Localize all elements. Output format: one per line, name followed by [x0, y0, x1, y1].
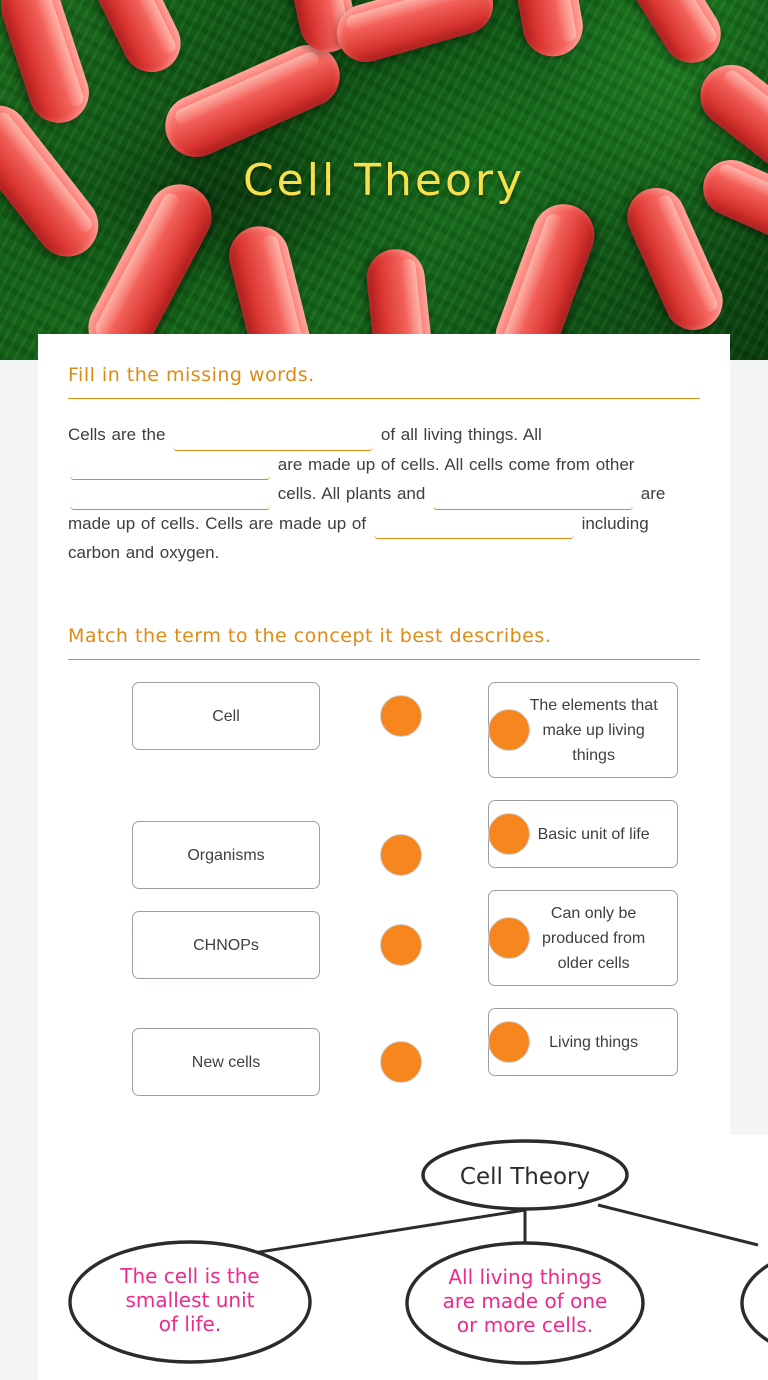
fill-text-part: of all living things. All	[380, 425, 542, 444]
match-term-card[interactable]: New cells	[132, 1028, 320, 1096]
match-term-row[interactable]: Organisms	[132, 821, 422, 889]
match-section-heading: Match the term to the concept it best de…	[68, 625, 552, 647]
match-connector-dot[interactable]	[379, 924, 422, 966]
blank-input-3[interactable]	[70, 487, 270, 510]
bubble-middle-line2: are made of one	[443, 1289, 608, 1313]
match-connector-dot[interactable]	[487, 813, 530, 855]
root-label: Cell Theory	[460, 1164, 590, 1190]
bubble-left-line3: of life.	[159, 1312, 221, 1336]
bubble-middle-line3: or more cells.	[457, 1313, 593, 1337]
match-connector-dot[interactable]	[487, 709, 530, 751]
match-connector-dot[interactable]	[379, 834, 422, 876]
match-connector-dot[interactable]	[487, 1021, 530, 1063]
match-connector-dot[interactable]	[379, 695, 422, 737]
match-concept-row[interactable]: Living things	[487, 1008, 700, 1076]
fill-text-part: made up of cells. Cells are made up of	[68, 513, 367, 533]
page-title: Cell Theory	[242, 155, 526, 206]
match-connector-dot[interactable]	[487, 917, 530, 959]
bubble-left-line2: smallest unit	[126, 1288, 255, 1312]
connector-line-right	[597, 1203, 759, 1247]
bubble-middle-line1: All living things	[448, 1265, 601, 1289]
match-term-row[interactable]: Cell	[132, 682, 422, 750]
bubble-oval-right	[740, 1263, 768, 1343]
blank-input-4[interactable]	[433, 487, 634, 510]
match-grid: Cell Organisms CHNOPs New cells The elem…	[68, 682, 700, 1118]
match-concept-row[interactable]: The elements that make up living things	[487, 682, 700, 778]
fill-text-part: are	[640, 484, 666, 503]
fill-text-part: cells. All plants and	[277, 484, 426, 503]
bubble-left-line1: The cell is the	[119, 1264, 259, 1288]
match-concept-row[interactable]: Basic unit of life	[487, 800, 700, 868]
section-divider	[68, 659, 700, 660]
match-term-card[interactable]: Cell	[132, 682, 320, 750]
fill-text-part: including	[581, 513, 649, 533]
fill-in-the-blank-paragraph: Cells are the of all living things. All …	[68, 421, 700, 567]
concept-map-diagram: Cell Theory The cell is the smallest uni…	[68, 1139, 768, 1365]
blank-input-2[interactable]	[70, 458, 270, 480]
match-terms-column: Cell Organisms CHNOPs New cells	[132, 682, 422, 1118]
fill-text-part: Cells are the	[68, 425, 166, 444]
fill-text-part: carbon and oxygen.	[68, 543, 220, 562]
match-term-card[interactable]: Organisms	[132, 821, 320, 889]
blank-input-1[interactable]	[173, 428, 374, 451]
match-concepts-column: The elements that make up living things …	[487, 682, 700, 1118]
worksheet-card: Fill in the missing words. Cells are the…	[38, 334, 730, 1148]
match-concept-row[interactable]: Can only be produced from older cells	[487, 890, 700, 986]
blank-input-5[interactable]	[373, 517, 574, 539]
worksheet-page: Cell Theory Fill in the missing words. C…	[0, 0, 768, 1380]
match-connector-dot[interactable]	[379, 1041, 422, 1083]
match-term-row[interactable]: New cells	[132, 1028, 422, 1096]
match-term-row[interactable]: CHNOPs	[132, 911, 422, 979]
concept-map-section: Cell Theory The cell is the smallest uni…	[38, 1135, 768, 1380]
fill-section-heading: Fill in the missing words.	[68, 364, 315, 386]
match-term-card[interactable]: CHNOPs	[132, 911, 320, 979]
section-divider	[68, 398, 700, 399]
fill-text-part: are made up of cells. All cells come fro…	[277, 454, 635, 474]
hero-banner: Cell Theory	[0, 0, 768, 360]
